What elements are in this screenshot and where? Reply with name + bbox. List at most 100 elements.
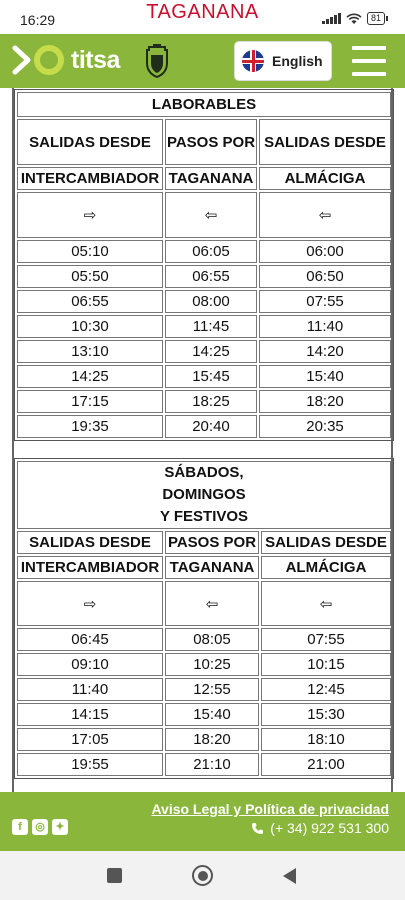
battery-icon: 81 bbox=[366, 12, 389, 25]
time-cell: 06:50 bbox=[259, 265, 392, 288]
status-bar: 16:29 TAGANANA 81 bbox=[0, 0, 405, 34]
time-cell: 14:20 bbox=[259, 340, 392, 363]
time-cell: 19:35 bbox=[17, 415, 163, 438]
weekday-title: LABORABLES bbox=[17, 92, 392, 117]
arrow-left-icon: ⇦ bbox=[165, 192, 257, 238]
time-cell: 14:25 bbox=[17, 365, 163, 388]
time-cell: 07:55 bbox=[261, 628, 392, 651]
arrow-right-icon: ⇨ bbox=[17, 192, 163, 238]
legal-link[interactable]: Aviso Legal y Política de privacidad bbox=[151, 801, 389, 817]
weekend-rows: 06:45 08:05 07:55 09:10 10:25 10:15 11:40 12:55… bbox=[17, 628, 392, 776]
time-cell: 14:25 bbox=[165, 340, 257, 363]
weekend-title-line: SÁBADOS, bbox=[164, 464, 244, 481]
weekday-timetable: LABORABLES SALIDAS DESDE PASOS POR SALID… bbox=[14, 89, 395, 441]
time-cell: 20:35 bbox=[259, 415, 392, 438]
logo-text: titsa bbox=[71, 45, 120, 74]
table-row: 05:50 06:55 06:50 bbox=[17, 265, 392, 288]
language-button[interactable]: English bbox=[234, 41, 332, 81]
time-cell: 06:55 bbox=[17, 290, 163, 313]
column-header: PASOS POR bbox=[165, 531, 259, 554]
titsa-logo-icon bbox=[12, 45, 31, 75]
site-header: titsa English bbox=[0, 34, 405, 88]
table-row: 14:25 15:45 15:40 bbox=[17, 365, 392, 388]
arrow-right-icon: ⇨ bbox=[17, 581, 163, 626]
time-cell: 08:00 bbox=[165, 290, 257, 313]
wifi-icon bbox=[346, 13, 362, 24]
logo-ring bbox=[34, 45, 64, 75]
titsa-logo[interactable]: titsa bbox=[12, 45, 120, 75]
time-cell: 21:00 bbox=[261, 753, 392, 776]
signal-icon bbox=[321, 13, 341, 24]
time-cell: 10:25 bbox=[165, 653, 259, 676]
time-cell: 15:40 bbox=[165, 703, 259, 726]
time-cell: 14:15 bbox=[17, 703, 163, 726]
arrow-left-icon: ⇦ bbox=[259, 192, 392, 238]
table-row: 14:15 15:40 15:30 bbox=[17, 703, 392, 726]
phone-icon bbox=[252, 822, 264, 834]
twitter-icon[interactable]: ✦ bbox=[52, 819, 68, 835]
time-cell: 06:55 bbox=[165, 265, 257, 288]
language-label: English bbox=[272, 53, 323, 69]
site-footer: Aviso Legal y Política de privacidad (+ … bbox=[0, 792, 405, 851]
table-row: 11:40 12:55 12:45 bbox=[17, 678, 392, 701]
back-button[interactable] bbox=[283, 868, 296, 884]
time-cell: 18:20 bbox=[259, 390, 392, 413]
table-row: 09:10 10:25 10:15 bbox=[17, 653, 392, 676]
system-nav-bar bbox=[0, 851, 405, 900]
table-row: 17:05 18:20 18:10 bbox=[17, 728, 392, 751]
social-links: f ◎ ✦ bbox=[12, 819, 68, 835]
place-header: INTERCAMBIADOR bbox=[17, 556, 163, 579]
column-header: SALIDAS DESDE bbox=[17, 119, 163, 165]
table-row: 17:15 18:25 18:20 bbox=[17, 390, 392, 413]
weekend-title-line: DOMINGOS bbox=[162, 486, 246, 503]
time-cell: 09:10 bbox=[17, 653, 163, 676]
weekend-title-text: SÁBADOS, DOMINGOS Y FESTIVOS bbox=[18, 462, 390, 528]
place-header: ALMÁCIGA bbox=[261, 556, 392, 579]
time-cell: 15:40 bbox=[259, 365, 392, 388]
column-header: PASOS POR bbox=[165, 119, 257, 165]
column-header: SALIDAS DESDE bbox=[261, 531, 392, 554]
time-cell: 21:10 bbox=[165, 753, 259, 776]
time-cell: 06:00 bbox=[259, 240, 392, 263]
time-cell: 18:25 bbox=[165, 390, 257, 413]
table-row: 05:10 06:05 06:00 bbox=[17, 240, 392, 263]
table-row: 19:55 21:10 21:00 bbox=[17, 753, 392, 776]
recent-apps-button[interactable] bbox=[107, 868, 122, 883]
arrow-left-icon: ⇦ bbox=[261, 581, 392, 626]
time-cell: 19:55 bbox=[17, 753, 163, 776]
time-cell: 17:05 bbox=[17, 728, 163, 751]
time-cell: 18:20 bbox=[165, 728, 259, 751]
timetable-content[interactable]: LABORABLES SALIDAS DESDE PASOS POR SALID… bbox=[0, 88, 405, 792]
time-cell: 17:15 bbox=[17, 390, 163, 413]
column-header: SALIDAS DESDE bbox=[17, 531, 163, 554]
facebook-icon[interactable]: f bbox=[12, 819, 28, 835]
time-cell: 05:10 bbox=[17, 240, 163, 263]
time-cell: 18:10 bbox=[261, 728, 392, 751]
time-cell: 15:45 bbox=[165, 365, 257, 388]
time-cell: 12:55 bbox=[165, 678, 259, 701]
time-cell: 06:05 bbox=[165, 240, 257, 263]
weekend-title-line: Y FESTIVOS bbox=[159, 508, 249, 525]
status-icons: 81 bbox=[321, 12, 389, 25]
phone-contact[interactable]: (+ 34) 922 531 300 bbox=[251, 820, 389, 836]
cabildo-crest-icon bbox=[146, 44, 168, 79]
weekday-rows: 05:10 06:05 06:00 05:50 06:55 06:50 06:55 08:00… bbox=[17, 240, 392, 438]
column-header: SALIDAS DESDE bbox=[259, 119, 392, 165]
place-header: TAGANANA bbox=[165, 556, 259, 579]
instagram-icon[interactable]: ◎ bbox=[32, 819, 48, 835]
weekend-title: SÁBADOS, DOMINGOS Y FESTIVOS bbox=[17, 461, 392, 529]
time-cell: 11:40 bbox=[259, 315, 392, 338]
time-cell: 05:50 bbox=[17, 265, 163, 288]
time-cell: 20:40 bbox=[165, 415, 257, 438]
table-row: 19:35 20:40 20:35 bbox=[17, 415, 392, 438]
table-row: 06:55 08:00 07:55 bbox=[17, 290, 392, 313]
weekend-timetable: SÁBADOS, DOMINGOS Y FESTIVOS SALIDAS DESDE… bbox=[14, 458, 395, 779]
table-row: 06:45 08:05 07:55 bbox=[17, 628, 392, 651]
time-cell: 07:55 bbox=[259, 290, 392, 313]
place-header: INTERCAMBIADOR bbox=[17, 167, 163, 190]
time-cell: 11:45 bbox=[165, 315, 257, 338]
home-button[interactable] bbox=[192, 865, 213, 886]
time-cell: 08:05 bbox=[165, 628, 259, 651]
place-header: TAGANANA bbox=[165, 167, 257, 190]
hamburger-menu-icon[interactable] bbox=[352, 46, 386, 76]
